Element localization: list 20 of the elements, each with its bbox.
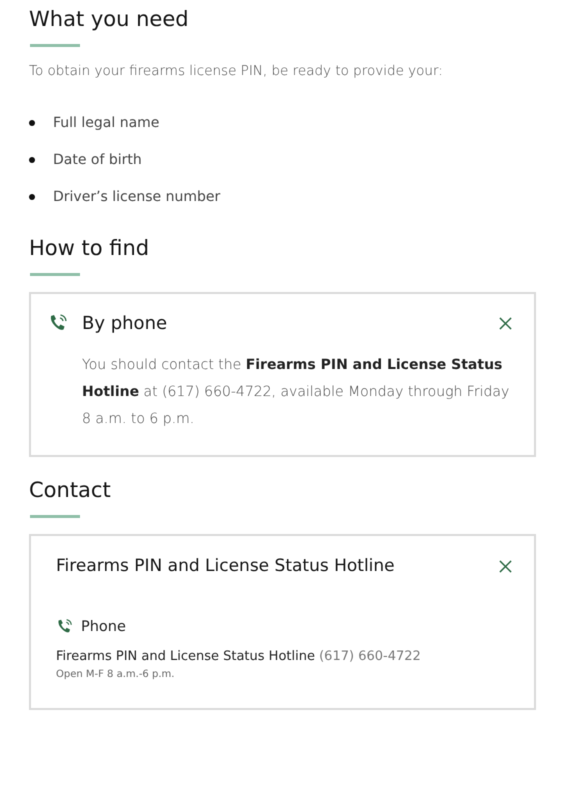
- bullet-icon: [29, 156, 35, 162]
- channel-label: Phone: [81, 618, 126, 634]
- list-item: Driver’s license number: [53, 188, 220, 204]
- hours-text: Open M-F 8 a.m.-6 p.m.: [56, 669, 176, 680]
- collapse-button[interactable]: [497, 558, 514, 574]
- panel-title: Firearms PIN and License Status Hotline: [55, 556, 396, 576]
- list-item: Full legal name: [53, 114, 160, 130]
- panel-body-text: You should contact the Firearms PIN and License Status Hotline at (617) 660-4722, available Monday through Friday 8 a.m. to 6 p.m.: [82, 356, 510, 429]
- contact-name: Firearms PIN and License Status Hotline: [56, 649, 315, 664]
- panel-title: By phone: [82, 312, 168, 334]
- list-item: Date of birth: [53, 152, 142, 168]
- bullet-icon: [29, 194, 35, 200]
- collapse-button[interactable]: [497, 314, 514, 332]
- bullet-icon: [29, 120, 35, 126]
- intro-text: To obtain your firearms license PIN, be ready to provide your:: [29, 63, 444, 79]
- section-heading: Contact: [29, 477, 112, 504]
- section-heading: What you need: [29, 6, 190, 33]
- phone-number: (617) 660-4722: [319, 649, 421, 664]
- phone-icon: [56, 618, 73, 635]
- section-heading: How to find: [29, 235, 150, 262]
